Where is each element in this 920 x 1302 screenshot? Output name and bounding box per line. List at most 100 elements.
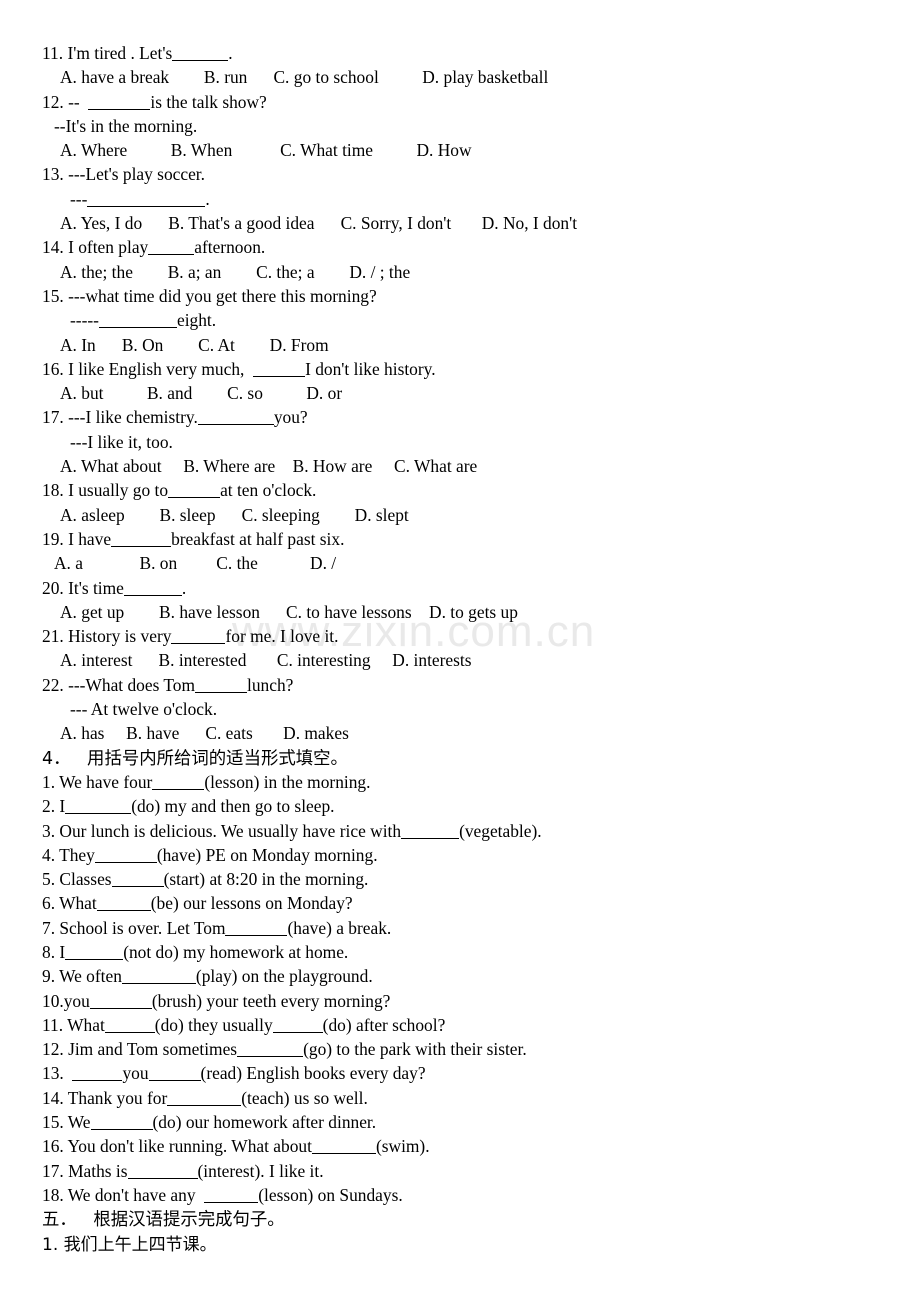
item-prefix: 10.you: [42, 990, 90, 1011]
stem-tail: eight.: [176, 310, 217, 331]
fill-blank-item: 10.you (brush) your teeth every morning?: [42, 989, 882, 1013]
answer-blank[interactable]: [104, 1018, 155, 1033]
item-prefix: 3. Our lunch is delicious. We usually ha…: [42, 820, 402, 841]
answer-blank[interactable]: [94, 848, 157, 863]
item-suffix: (be) our lessons on Monday?: [150, 893, 353, 914]
stem-tail: .: [228, 43, 233, 63]
options-text: A. asleep B. sleep C. sleeping D. slept: [60, 504, 409, 525]
stem-tail: breakfast at half past six.: [171, 528, 345, 549]
answer-blank[interactable]: [195, 678, 248, 693]
question-options: A. but B. and C. so D. or: [42, 381, 882, 405]
question-stem: 21. History is very for me. I love it.: [42, 624, 882, 648]
answer-blank[interactable]: [237, 1042, 304, 1058]
item-prefix: 11. What: [42, 1014, 105, 1035]
fill-blank-item: 15. We (do) our homework after dinner.: [42, 1110, 882, 1134]
answer-blank[interactable]: [197, 410, 274, 426]
fill-blank-item: 17. Maths is (interest). I like it.: [42, 1159, 882, 1183]
translation-item: 1. 我们上午上四节课。: [42, 1232, 882, 1256]
options-text: A. get up B. have lesson C. to have less…: [60, 601, 518, 622]
answer-blank[interactable]: [88, 95, 151, 110]
answer-blank[interactable]: [152, 775, 205, 790]
item-suffix: (do) after school?: [322, 1014, 446, 1035]
question-options: A. What about B. Where are B. How are C.…: [42, 454, 882, 478]
answer-blank[interactable]: [123, 581, 182, 596]
fill-blank-item: 3. Our lunch is delicious. We usually ha…: [42, 819, 882, 843]
question-options: A. asleep B. sleep C. sleeping D. slept: [42, 503, 882, 527]
fill-blank-item: 5. Classes (start) at 8:20 in the morning…: [42, 867, 882, 891]
item-prefix: 5. Classes: [42, 869, 112, 890]
item-mid: (do) they usually: [154, 1014, 273, 1035]
stem-tail: at ten o'clock.: [220, 480, 317, 501]
answer-blank[interactable]: [311, 1139, 376, 1155]
question-options: A. has B. have C. eats D. makes: [42, 721, 882, 745]
options-text: A. but B. and C. so D. or: [60, 383, 343, 404]
worksheet-content: 11. I'm tired . Let's. A. have a break B.…: [42, 41, 882, 1256]
fill-blank-item: 11. What (do) they usually (do) after scho…: [42, 1013, 882, 1037]
item-suffix: (do) our homework after dinner.: [152, 1112, 377, 1133]
answer-blank[interactable]: [90, 1115, 153, 1131]
answer-blank[interactable]: [127, 1164, 198, 1179]
options-text: A. a B. on C. the D. /: [54, 553, 337, 574]
options-text: A. interest B. interested C. interesting…: [60, 650, 472, 671]
question-stem: 12. -- is the talk show?: [42, 90, 882, 114]
options-text: A. Where B. When C. What time D. How: [60, 140, 472, 161]
item-prefix: 1. We have four: [42, 771, 153, 792]
answer-blank[interactable]: [89, 994, 152, 1009]
question-stem: 11. I'm tired . Let's.: [42, 41, 882, 65]
item-suffix: (interest). I like it.: [197, 1160, 324, 1181]
question-answer-line: ---.: [42, 187, 882, 211]
question-options: A. the; the B. a; an C. the; a D. / ; th…: [42, 260, 882, 284]
question-stem: 16. I like English very much, I don't li…: [42, 357, 882, 381]
fill-blank-item: 14. Thank you for (teach) us so well.: [42, 1086, 882, 1110]
answer-blank[interactable]: [148, 1066, 201, 1082]
stem-tail: you?: [273, 407, 308, 428]
answer-blank[interactable]: [167, 1091, 242, 1106]
answer-blank[interactable]: [148, 240, 195, 256]
answer-blank[interactable]: [272, 1018, 323, 1033]
question-answer-line: ---I like it, too.: [42, 430, 882, 454]
item-prefix: 13.: [42, 1063, 73, 1084]
item-prefix: 15. We: [42, 1112, 91, 1133]
item-mid: you: [122, 1063, 149, 1084]
question-stem: 15. ---what time did you get there this …: [42, 284, 882, 308]
answer-text: --- At twelve o'clock.: [70, 699, 218, 720]
question-stem: 19. I have breakfast at half past six.: [42, 527, 882, 551]
answer-blank[interactable]: [401, 824, 460, 839]
answer-blank[interactable]: [111, 532, 172, 547]
question-options: A. have a break B. run C. go to school D…: [42, 65, 882, 89]
answer-blank[interactable]: [65, 799, 132, 815]
answer-blank[interactable]: [87, 192, 206, 207]
question-options: A. Where B. When C. What time D. How: [42, 138, 882, 162]
item-suffix: (brush) your teeth every morning?: [151, 990, 391, 1011]
answer-blank[interactable]: [121, 969, 196, 985]
stem-text: 13. ---Let's play soccer.: [42, 164, 205, 185]
options-text: A. has B. have C. eats D. makes: [60, 723, 349, 744]
question-stem: 18. I usually go to at ten o'clock.: [42, 478, 882, 502]
answer-blank[interactable]: [72, 1066, 123, 1082]
question-answer-line: --It's in the morning.: [42, 114, 882, 138]
answer-blank[interactable]: [168, 483, 221, 499]
answer-blank[interactable]: [225, 921, 288, 936]
answer-blank[interactable]: [253, 362, 306, 377]
item-prefix: 18. We don't have any: [42, 1184, 205, 1205]
translation-prompt: 1. 我们上午上四节课。: [42, 1234, 217, 1255]
item-prefix: 8. I: [42, 941, 66, 962]
answer-blank[interactable]: [65, 945, 124, 960]
options-text: A. Yes, I do B. That's a good idea C. So…: [60, 213, 578, 234]
stem-text: 20. It's time: [42, 577, 124, 598]
answer-blank[interactable]: [172, 46, 229, 61]
answer-blank[interactable]: [96, 896, 151, 912]
worksheet-page: www.zixin.com.cn 11. I'm tired . Let's. A…: [0, 0, 920, 1302]
section-title: 用括号内所给词的适当形式填空。: [87, 748, 348, 769]
options-text: A. have a break B. run C. go to school D…: [60, 67, 549, 88]
answer-blank[interactable]: [98, 313, 177, 329]
answer-blank[interactable]: [111, 872, 164, 888]
item-suffix: (have) PE on Monday morning.: [156, 844, 378, 865]
item-suffix: (swim).: [375, 1136, 430, 1157]
answer-blank[interactable]: [171, 629, 226, 645]
answer-blank[interactable]: [204, 1188, 259, 1203]
stem-text: 15. ---what time did you get there this …: [42, 285, 377, 306]
item-suffix: (do) my and then go to sleep.: [131, 796, 335, 817]
question-stem: 22. ---What does Tom lunch?: [42, 673, 882, 697]
stem-text: 19. I have: [42, 528, 112, 549]
